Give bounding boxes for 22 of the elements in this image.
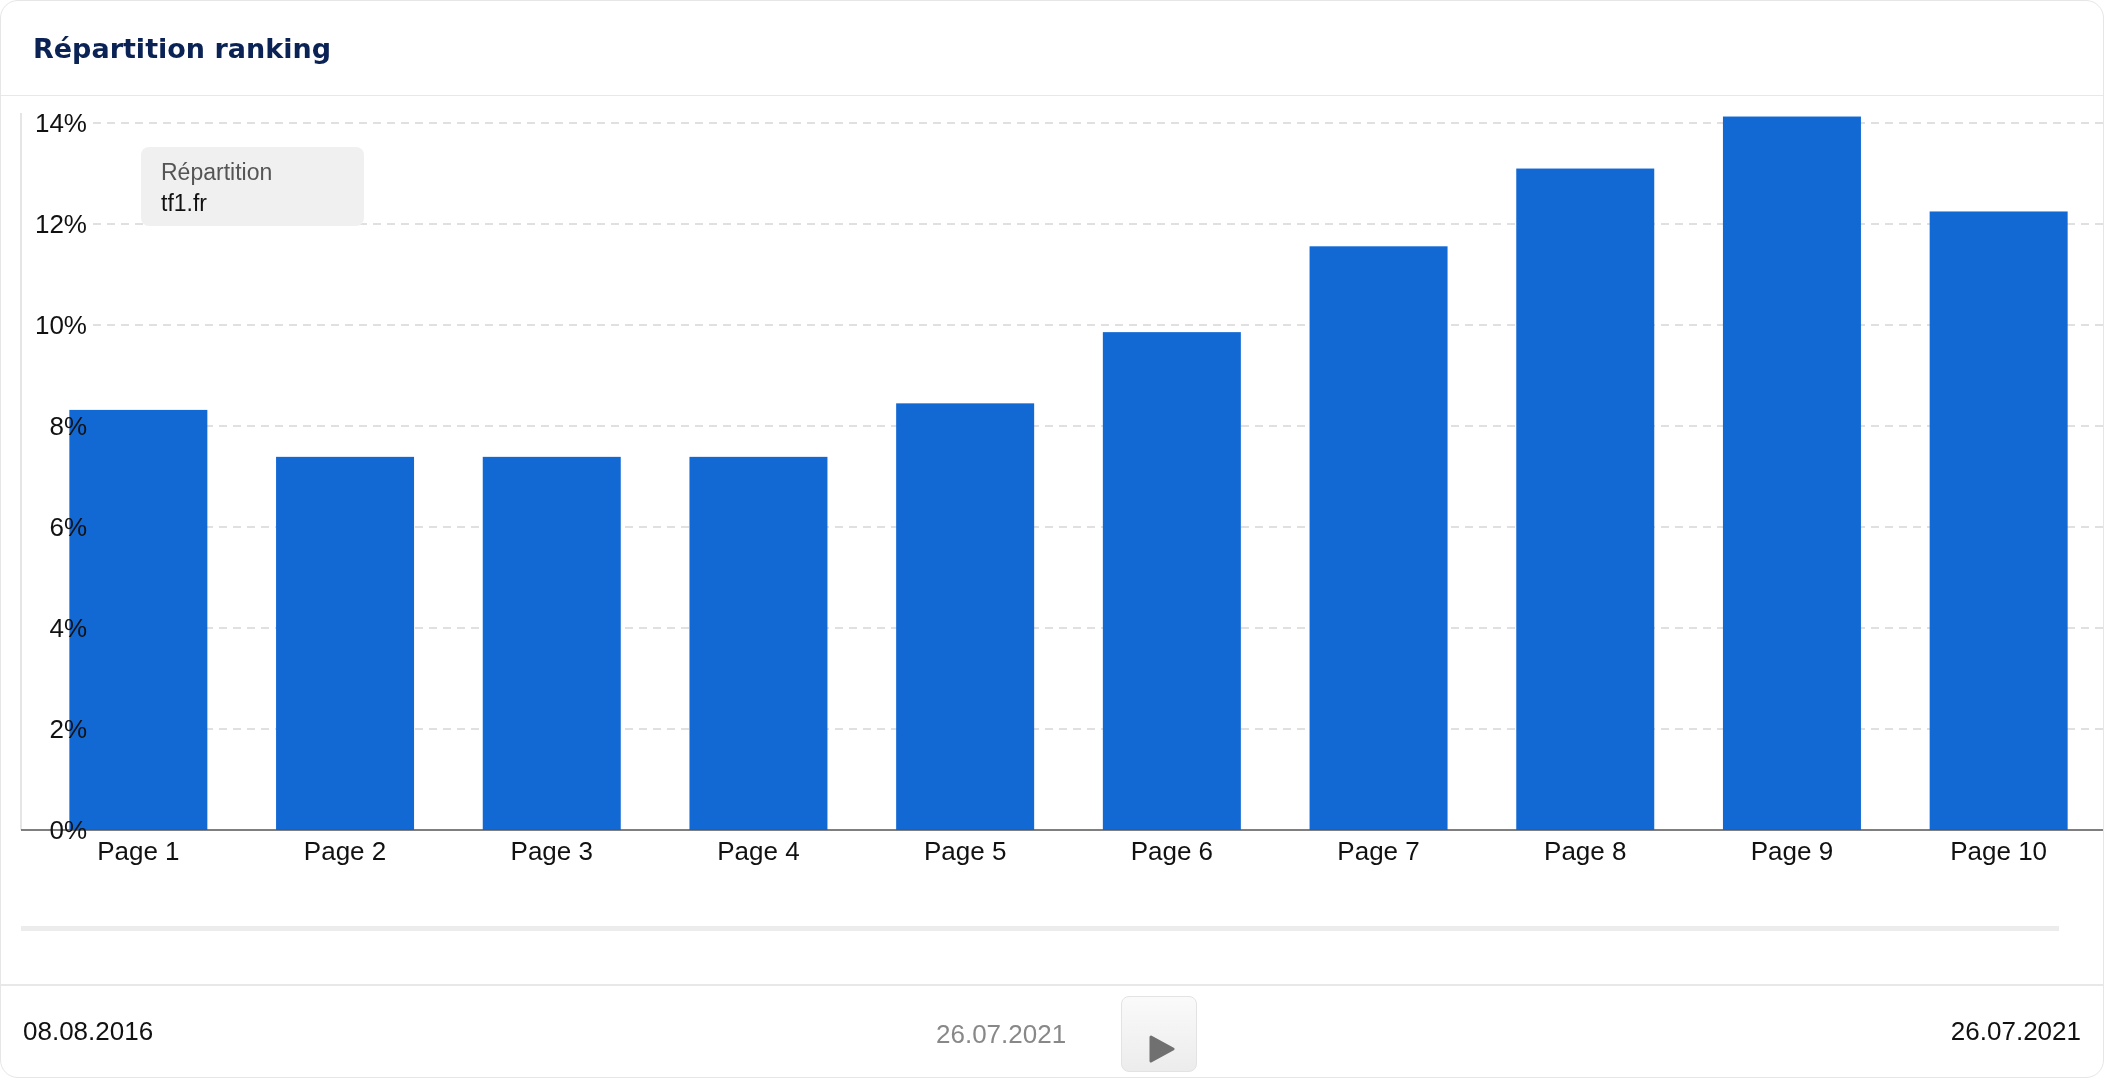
current-date: 26.07.2021	[936, 1018, 1067, 1050]
card-title: Répartition ranking	[33, 32, 331, 64]
play-icon	[1149, 1035, 1176, 1063]
y-tick-label: 10%	[34, 310, 87, 341]
start-date: 08.08.2016	[23, 1016, 154, 1047]
tooltip-label: Répartition	[161, 159, 274, 186]
x-tick-label: Page 2	[303, 836, 387, 866]
x-tick-label: Page 7	[1337, 836, 1420, 866]
x-tick-label: Page 1	[97, 836, 180, 866]
y-tick-label: 14%	[34, 108, 87, 139]
play-button[interactable]	[1121, 996, 1198, 1072]
y-tick-label: 12%	[34, 209, 87, 240]
end-date: 26.07.2021	[1950, 1016, 2081, 1047]
x-tick-label: Page 10	[1950, 836, 2048, 866]
x-tick-label: Page 8	[1544, 836, 1627, 866]
tooltip-value: tf1.fr	[161, 190, 208, 217]
x-tick-label: Page 5	[923, 836, 1007, 866]
x-tick-label: Page 4	[717, 836, 800, 866]
x-tick-label: Page 9	[1750, 836, 1834, 866]
y-tick-label: 0%	[49, 815, 87, 845]
x-tick-label: Page 6	[1130, 836, 1214, 866]
x-tick-label: Page 3	[510, 836, 593, 866]
